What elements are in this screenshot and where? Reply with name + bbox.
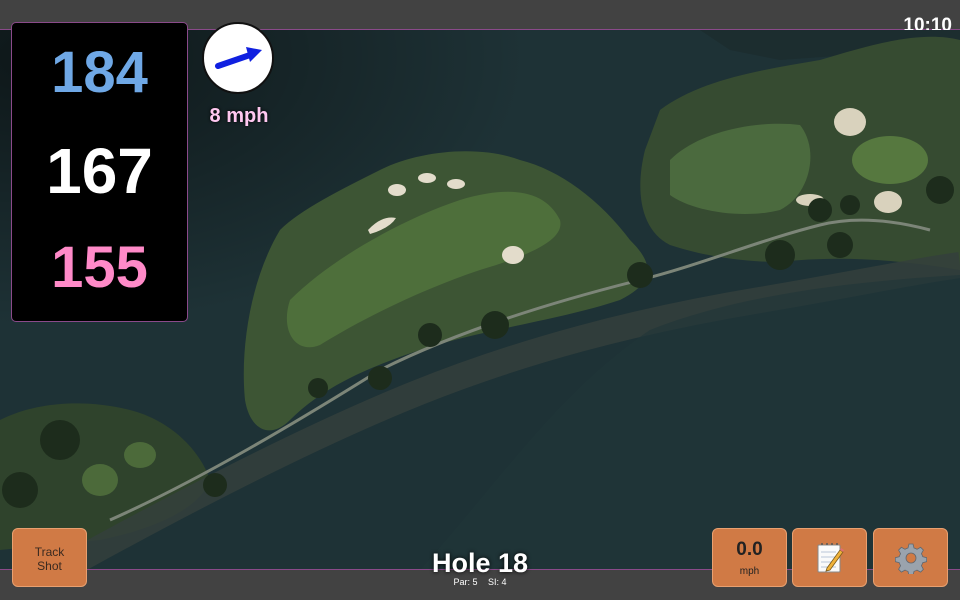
middle-yardage: 167 [46, 135, 153, 207]
wind-speed: 8 mph [209, 105, 269, 127]
hole-info: Par: 5 SI: 4 [380, 577, 580, 587]
front-yardage: 155 [51, 235, 148, 300]
notes-button[interactable] [792, 528, 867, 587]
track-shot-label: Track Shot [13, 545, 86, 573]
speed-unit: mph [739, 566, 760, 577]
speed-button[interactable]: 0.0 mph [712, 528, 787, 587]
settings-button[interactable] [873, 528, 948, 587]
track-shot-label-line2: Shot [37, 559, 62, 573]
yardage-panel: 184 167 155 [11, 22, 188, 322]
gear-icon [894, 543, 927, 574]
track-shot-button[interactable]: Track Shot [12, 528, 87, 587]
track-shot-label-line1: Track [34, 545, 65, 559]
back-yardage: 184 [51, 40, 148, 105]
wind-direction-arrow-icon [215, 47, 262, 69]
hole-stroke-index: SI: 4 [488, 577, 507, 587]
notepad-icon [817, 542, 844, 572]
speed-value: 0.0 [736, 539, 763, 560]
hole-title: Hole 18 [431, 548, 529, 578]
wind-indicator [202, 22, 274, 94]
hole-par: Par: 5 [453, 577, 478, 587]
